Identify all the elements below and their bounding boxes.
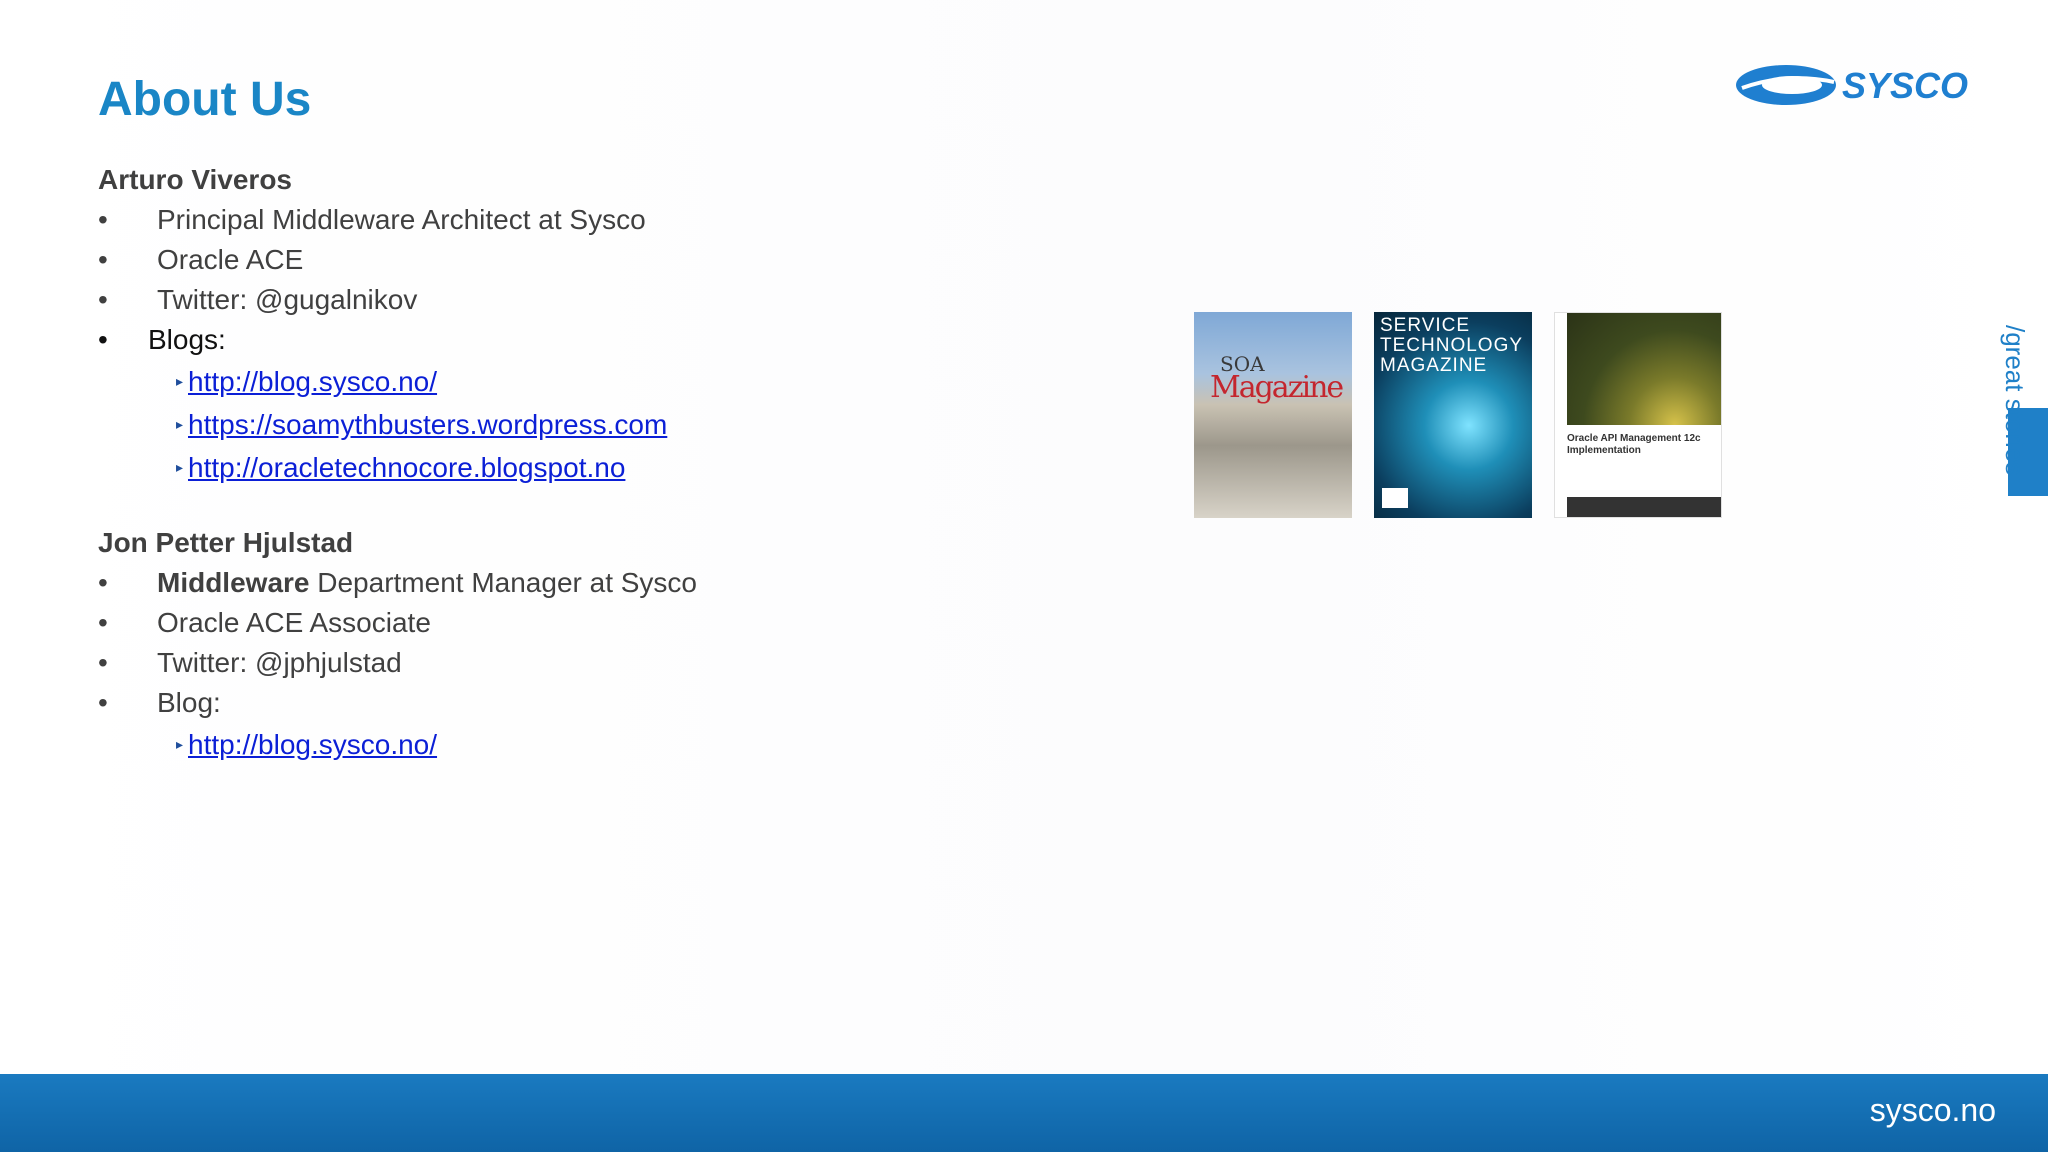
footer-website: sysco.no (1869, 1092, 1996, 1128)
bullet-item: • Oracle ACE (98, 240, 998, 280)
sysco-logo: SYSCO (1736, 65, 1968, 106)
bullet-text: Blog: (157, 687, 221, 718)
about-content: Arturo Viveros • Principal Middleware Ar… (98, 160, 998, 766)
barcode-icon (1382, 488, 1408, 508)
bullet-dot: • (98, 204, 108, 235)
cover-title: SERVICE TECHNOLOGY MAGAZINE (1380, 315, 1523, 376)
logo-text: SYSCO (1842, 65, 1968, 106)
book-title: Oracle API Management 12c Implementation (1567, 433, 1701, 456)
bullet-dot: • (98, 607, 108, 638)
person-name: Arturo Viveros (98, 164, 292, 195)
bullet-dot: • (98, 647, 108, 678)
bullet-dot: • (98, 284, 108, 315)
service-technology-magazine-cover: SERVICE TECHNOLOGY MAGAZINE (1374, 312, 1532, 518)
forest-path-image (1567, 313, 1721, 425)
slide-title: About Us (98, 73, 312, 126)
soa-magazine-cover: SOA Magazine (1194, 312, 1352, 518)
bullet-text: Twitter: @jphjulstad (157, 647, 402, 678)
triangle-bullet-icon: ▸ (176, 416, 184, 432)
bullet-text: Oracle ACE (157, 244, 304, 275)
link-item: ▸ https://soamythbusters.wordpress.com (98, 403, 998, 446)
bullet-text: Principal Middleware Architect at Sysco (157, 204, 646, 235)
cover-big-title: Magazine (1210, 370, 1344, 405)
bullet-text: Oracle ACE Associate (157, 607, 431, 638)
bullet-item: • Oracle ACE Associate (98, 603, 998, 643)
bullet-text: Middleware Department Manager at Sysco (157, 563, 697, 603)
book-footer-band (1567, 497, 1721, 517)
blog-link[interactable]: https://soamythbusters.wordpress.com (188, 403, 667, 446)
link-item: ▸ http://oracletechnocore.blogspot.no (98, 446, 998, 489)
triangle-bullet-icon: ▸ (176, 373, 184, 389)
bullet-item: • Blogs: (98, 320, 998, 360)
triangle-bullet-icon: ▸ (176, 736, 184, 752)
bullet-dot: • (98, 244, 108, 275)
blog-link[interactable]: http://oracletechnocore.blogspot.no (188, 446, 625, 489)
blog-link[interactable]: http://blog.sysco.no/ (188, 360, 437, 403)
bullet-item: • Twitter: @jphjulstad (98, 643, 998, 683)
bullet-dot: • (98, 567, 108, 598)
link-item: ▸ http://blog.sysco.no/ (98, 723, 998, 766)
bullet-bold-text: Middleware (157, 567, 310, 598)
magazine-covers: SOA Magazine SERVICE TECHNOLOGY MAGAZINE… (1194, 312, 1724, 518)
link-item: ▸ http://blog.sysco.no/ (98, 360, 998, 403)
bullet-item: • Blog: (98, 683, 998, 723)
bullet-item: • Principal Middleware Architect at Sysc… (98, 200, 998, 240)
side-tab-label: /great stories (2000, 325, 2030, 476)
bullet-item: • Twitter: @gugalnikov (98, 280, 998, 320)
bullet-rest-text: Department Manager at Sysco (309, 567, 697, 598)
footer-bar: sysco.no (0, 1074, 2048, 1152)
bullet-item: • Middleware Department Manager at Sysco (98, 563, 998, 603)
triangle-bullet-icon: ▸ (176, 459, 184, 475)
bullet-text: Twitter: @gugalnikov (157, 284, 418, 315)
bullet-dot: • (98, 324, 108, 355)
book-cover: Oracle API Management 12c Implementation (1554, 312, 1722, 518)
bullet-dot: • (98, 687, 108, 718)
bullet-text: Blogs: (148, 324, 226, 355)
person-name: Jon Petter Hjulstad (98, 527, 354, 558)
blog-link[interactable]: http://blog.sysco.no/ (188, 723, 437, 766)
